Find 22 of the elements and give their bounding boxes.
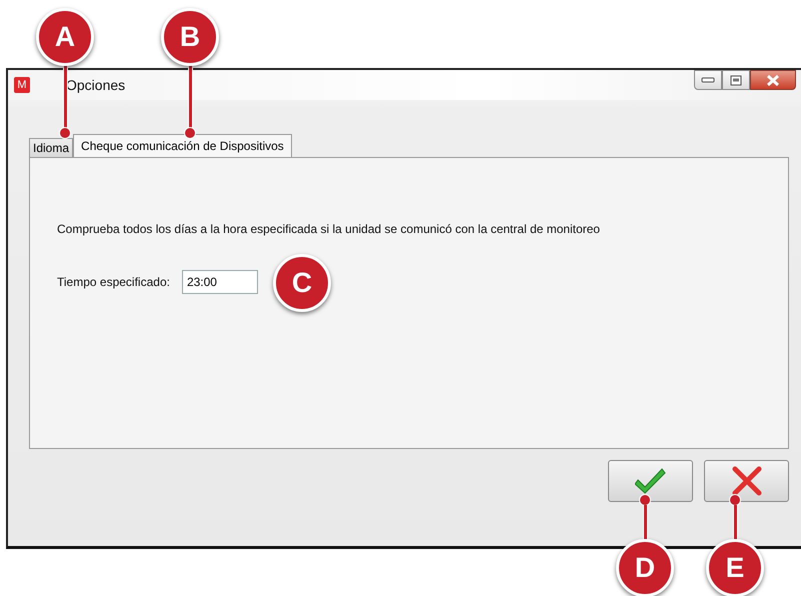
callout-badge: E — [706, 539, 764, 596]
leader-line — [730, 495, 740, 540]
close-button[interactable] — [750, 70, 796, 90]
callout-badge: A — [36, 8, 94, 66]
tab[interactable]: Cheque comunicación de Dispositivos — [73, 134, 292, 157]
accept-button[interactable] — [608, 460, 693, 502]
leader-line — [640, 495, 650, 540]
maximize-button[interactable] — [722, 70, 750, 90]
maximize-icon — [730, 74, 742, 86]
time-input[interactable]: 23:00 — [182, 270, 258, 294]
time-label: Tiempo especificado: — [57, 275, 170, 289]
callout-badge: D — [616, 539, 674, 596]
minimize-icon — [701, 76, 715, 84]
close-icon — [766, 74, 780, 86]
tab[interactable]: Idioma — [29, 138, 74, 157]
description-text: Comprueba todos los días a la hora especificada si la unidad se comunicó con la central de monitoreo — [57, 222, 601, 236]
window-title: Opciones — [66, 77, 126, 93]
cross-icon — [730, 465, 762, 497]
callout-badge: B — [161, 8, 219, 66]
app-logo: M — [14, 77, 30, 93]
minimize-button[interactable] — [694, 70, 722, 90]
cancel-button[interactable] — [704, 460, 789, 502]
